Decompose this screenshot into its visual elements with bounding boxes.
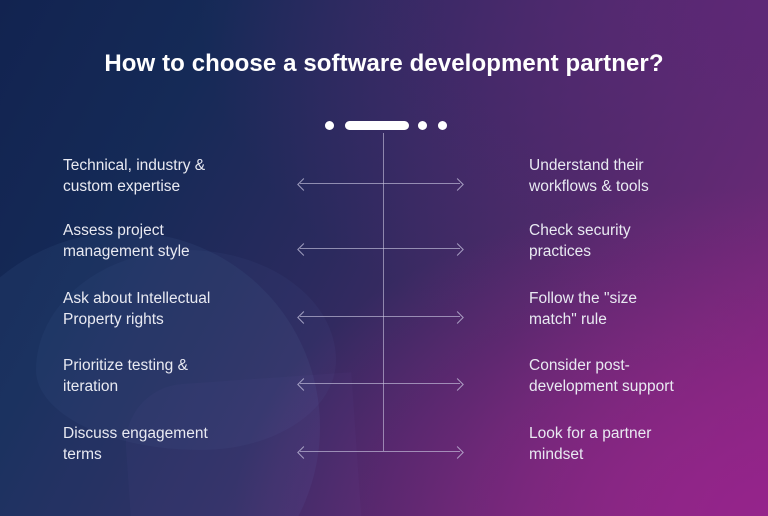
right-item-label: Follow the "size match" rule	[529, 290, 638, 328]
comparison-row: Technical, industry & custom expertise U…	[0, 155, 768, 211]
arrow-left-head-icon	[297, 242, 310, 256]
arrow-shaft	[300, 383, 460, 384]
arrow-right-head-icon	[451, 242, 464, 256]
double-arrow-icon	[297, 310, 464, 324]
comparison-row: Discuss engagement terms Look for a part…	[0, 423, 768, 479]
comparison-row: Prioritize testing & iteration Consider …	[0, 355, 768, 411]
left-item-label: Assess project management style	[63, 222, 190, 260]
arrow-left-head-icon	[297, 445, 310, 459]
arrow-left-head-icon	[297, 177, 310, 191]
double-arrow-icon	[297, 377, 464, 391]
arrow-right-head-icon	[451, 445, 464, 459]
left-item-label: Discuss engagement terms	[63, 425, 208, 463]
double-arrow-icon	[297, 445, 464, 459]
comparison-row: Ask about Intellectual Property rights F…	[0, 288, 768, 344]
arrow-shaft	[300, 316, 460, 317]
left-item-label: Technical, industry & custom expertise	[63, 157, 206, 195]
arrow-right-head-icon	[451, 310, 464, 324]
right-item-label: Check security practices	[529, 222, 631, 260]
double-arrow-icon	[297, 177, 464, 191]
arrow-left-head-icon	[297, 310, 310, 324]
comparison-row: Assess project management style Check se…	[0, 220, 768, 276]
double-arrow-icon	[297, 242, 464, 256]
right-item-label: Look for a partner mindset	[529, 425, 652, 463]
comparison-rows: Technical, industry & custom expertise U…	[0, 0, 768, 516]
left-item-label: Prioritize testing & iteration	[63, 357, 188, 395]
arrow-shaft	[300, 451, 460, 452]
left-item-label: Ask about Intellectual Property rights	[63, 290, 211, 328]
infographic-slide: How to choose a software development par…	[0, 0, 768, 516]
right-item-label: Consider post- development support	[529, 357, 674, 395]
arrow-right-head-icon	[451, 377, 464, 391]
arrow-left-head-icon	[297, 377, 310, 391]
arrow-shaft	[300, 183, 460, 184]
arrow-right-head-icon	[451, 177, 464, 191]
arrow-shaft	[300, 248, 460, 249]
right-item-label: Understand their workflows & tools	[529, 157, 649, 195]
